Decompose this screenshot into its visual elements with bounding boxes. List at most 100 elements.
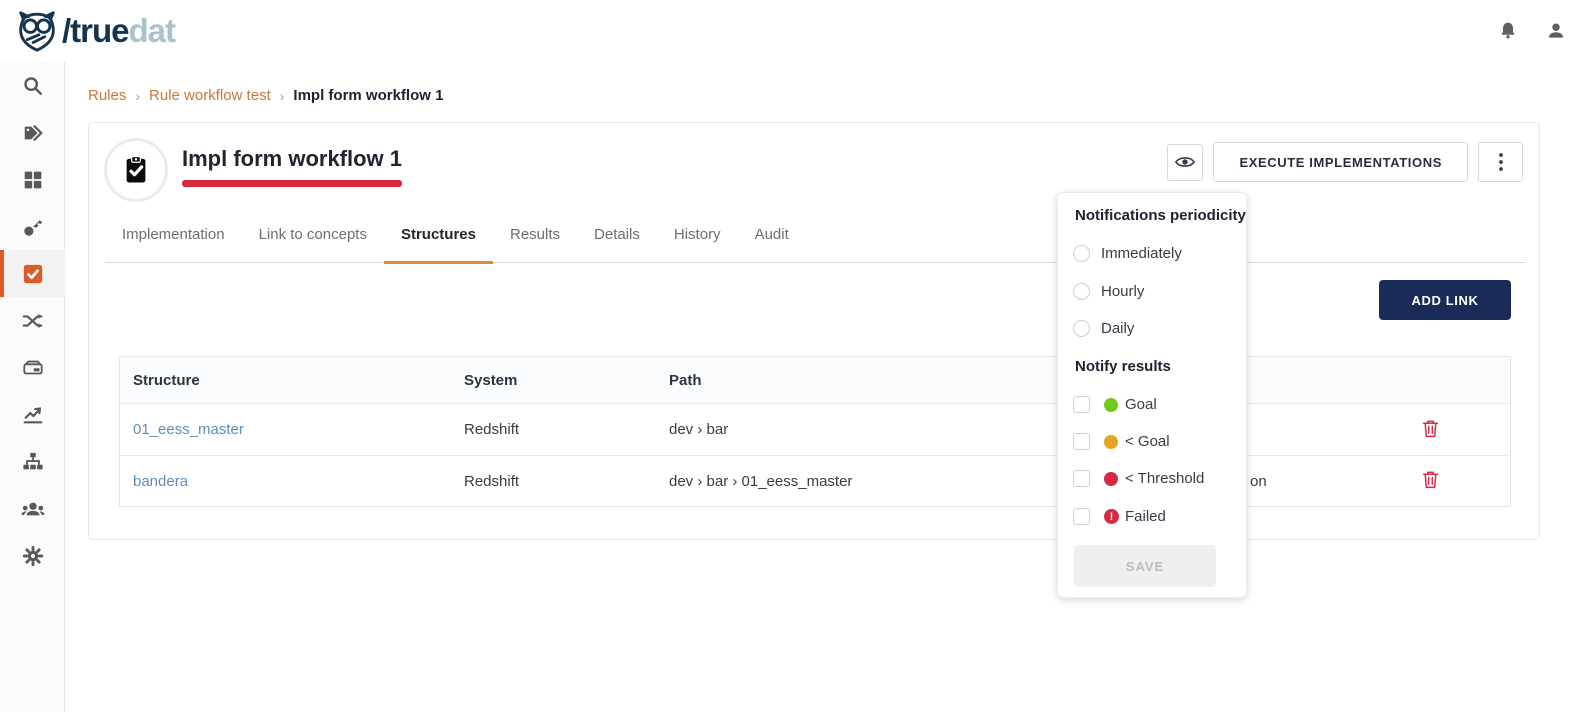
- status-dot-goal: [1104, 398, 1118, 412]
- radio-daily[interactable]: [1073, 320, 1090, 337]
- checkbox-label: < Threshold: [1125, 470, 1204, 487]
- bell-icon: [1498, 20, 1518, 42]
- checkbox-failed[interactable]: [1073, 508, 1090, 525]
- sidebar-item-settings[interactable]: [0, 532, 65, 579]
- table-row: bandera Redshift dev › bar › 01_eess_mas…: [120, 455, 1510, 506]
- system-cell: Redshift: [451, 473, 656, 490]
- sidebar-item-users[interactable]: [0, 485, 65, 532]
- implementation-card: Impl form workflow 1 EXECUTE IMPLEMENTAT…: [88, 122, 1540, 540]
- trash-icon: [1422, 470, 1439, 489]
- breadcrumb: Rules › Rule workflow test › Impl form w…: [88, 87, 443, 104]
- sidebar: [0, 62, 65, 712]
- chart-line-icon: [22, 404, 44, 426]
- sidebar-item-quality[interactable]: [0, 250, 65, 297]
- shuffle-icon: [22, 310, 44, 332]
- column-header-structure: Structure: [120, 372, 451, 389]
- tab-structures[interactable]: Structures: [384, 226, 493, 262]
- trash-icon: [1422, 419, 1439, 438]
- eye-icon: [1175, 155, 1195, 169]
- add-link-button[interactable]: ADD LINK: [1379, 280, 1511, 320]
- key-icon: [22, 216, 44, 238]
- tags-icon: [22, 122, 44, 144]
- checkbox-option-goal[interactable]: Goal: [1073, 396, 1157, 413]
- kebab-menu-icon: [1499, 153, 1503, 171]
- breadcrumb-link-rule-workflow-test[interactable]: Rule workflow test: [149, 87, 271, 104]
- failed-exclamation-icon: !: [1104, 509, 1119, 524]
- radio-option-hourly[interactable]: Hourly: [1073, 283, 1144, 300]
- tab-history[interactable]: History: [657, 226, 738, 262]
- topbar-right: [1498, 0, 1566, 62]
- checkbox-below-goal[interactable]: [1073, 433, 1090, 450]
- grid-icon: [23, 170, 43, 190]
- tab-link-to-concepts[interactable]: Link to concepts: [242, 226, 384, 262]
- header-actions: EXECUTE IMPLEMENTATIONS: [1167, 142, 1523, 182]
- tab-audit[interactable]: Audit: [738, 226, 806, 262]
- sidebar-item-charts[interactable]: [0, 391, 65, 438]
- gear-icon: [22, 545, 44, 567]
- sidebar-item-dashboard[interactable]: [0, 156, 65, 203]
- execute-implementations-button[interactable]: EXECUTE IMPLEMENTATIONS: [1213, 142, 1468, 182]
- sitemap-icon: [22, 451, 44, 473]
- radio-label: Hourly: [1101, 283, 1144, 300]
- wordmark: /truedat: [62, 0, 175, 62]
- sidebar-item-search[interactable]: [0, 62, 65, 109]
- checkbox-option-failed[interactable]: ! Failed: [1073, 508, 1166, 525]
- owl-logo-icon: [14, 8, 60, 54]
- checkbox-option-below-threshold[interactable]: < Threshold: [1073, 470, 1204, 487]
- column-header-system: System: [451, 372, 656, 389]
- notifications-popup: Notifications periodicity Immediately Ho…: [1057, 192, 1247, 598]
- title-underline: [182, 180, 402, 187]
- delete-link-button[interactable]: [1422, 470, 1439, 492]
- tab-details[interactable]: Details: [577, 226, 657, 262]
- sidebar-item-structures[interactable]: [0, 344, 65, 391]
- status-dot-below-goal: [1104, 435, 1118, 449]
- table-row: 01_eess_master Redshift dev › bar: [120, 404, 1510, 455]
- structures-table: Structure System Path 01_eess_master Red…: [119, 356, 1511, 507]
- checkbox-goal[interactable]: [1073, 396, 1090, 413]
- tab-implementation[interactable]: Implementation: [105, 226, 242, 262]
- checkbox-option-below-goal[interactable]: < Goal: [1073, 433, 1170, 450]
- checkbox-label: Failed: [1125, 508, 1166, 525]
- more-options-button[interactable]: [1478, 142, 1523, 182]
- check-square-icon: [22, 263, 44, 285]
- sidebar-item-lineage[interactable]: [0, 297, 65, 344]
- radio-immediately[interactable]: [1073, 245, 1090, 262]
- breadcrumb-current: Impl form workflow 1: [293, 87, 443, 104]
- sidebar-item-tags[interactable]: [0, 109, 65, 156]
- checkbox-label: Goal: [1125, 396, 1157, 413]
- structure-link[interactable]: 01_eess_master: [133, 421, 244, 438]
- preview-button[interactable]: [1167, 144, 1203, 181]
- delete-link-button[interactable]: [1422, 419, 1439, 441]
- notifications-button[interactable]: [1498, 20, 1518, 42]
- radio-option-immediately[interactable]: Immediately: [1073, 245, 1182, 262]
- user-icon: [1546, 20, 1566, 42]
- popup-title-periodicity: Notifications periodicity: [1075, 207, 1246, 224]
- checkbox-label: < Goal: [1125, 433, 1170, 450]
- radio-hourly[interactable]: [1073, 283, 1090, 300]
- save-button[interactable]: SAVE: [1074, 545, 1216, 587]
- sidebar-item-permissions[interactable]: [0, 203, 65, 250]
- tab-bar: Implementation Link to concepts Structur…: [105, 226, 1525, 263]
- system-cell: Redshift: [451, 421, 656, 438]
- page-title: Impl form workflow 1: [182, 146, 402, 172]
- search-icon: [22, 75, 44, 97]
- structure-link[interactable]: bandera: [133, 473, 188, 490]
- user-menu-button[interactable]: [1546, 20, 1566, 42]
- wordmark-secondary: dat: [129, 12, 176, 49]
- truedat-logo[interactable]: /truedat: [14, 0, 175, 62]
- popup-title-notify-results: Notify results: [1075, 358, 1171, 375]
- breadcrumb-separator: ›: [280, 88, 285, 104]
- radio-label: Daily: [1101, 320, 1134, 337]
- breadcrumb-separator: ›: [135, 88, 140, 104]
- checkbox-below-threshold[interactable]: [1073, 470, 1090, 487]
- users-icon: [21, 498, 45, 520]
- wordmark-primary: /true: [62, 12, 129, 49]
- extra-cell: on: [1237, 473, 1337, 490]
- breadcrumb-link-rules[interactable]: Rules: [88, 87, 126, 104]
- sidebar-item-taxonomy[interactable]: [0, 438, 65, 485]
- tab-results[interactable]: Results: [493, 226, 577, 262]
- radio-option-daily[interactable]: Daily: [1073, 320, 1134, 337]
- drive-icon: [22, 357, 44, 379]
- implementation-badge: [104, 138, 168, 202]
- radio-label: Immediately: [1101, 245, 1182, 262]
